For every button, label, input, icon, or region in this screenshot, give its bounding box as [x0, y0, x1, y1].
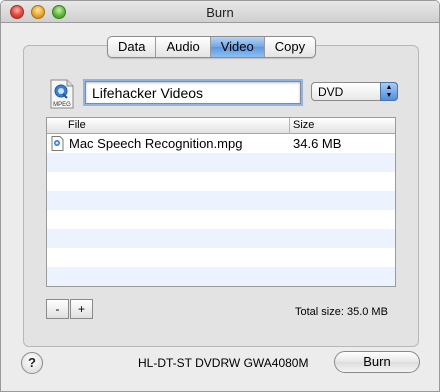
file-name-cell: Mac Speech Recognition.mpg: [69, 136, 243, 151]
tab-video[interactable]: Video: [210, 37, 265, 57]
empty-row: [47, 229, 395, 248]
burn-button[interactable]: Burn: [334, 351, 420, 373]
table-rows: Mac Speech Recognition.mpg 34.6 MB: [47, 134, 395, 286]
empty-row: [47, 172, 395, 191]
format-popup[interactable]: DVD ▲ ▼: [311, 82, 398, 101]
table-row[interactable]: Mac Speech Recognition.mpg 34.6 MB: [47, 134, 395, 153]
quicktime-file-icon: [51, 136, 64, 151]
tab-copy[interactable]: Copy: [265, 37, 315, 57]
format-selected-value: DVD: [318, 85, 344, 99]
svg-text:MPEG: MPEG: [53, 102, 71, 108]
file-size-cell: 34.6 MB: [293, 136, 342, 151]
remove-file-button[interactable]: -: [46, 299, 69, 319]
empty-row: [47, 267, 395, 286]
file-table[interactable]: File Size Mac Speech Recognition.mpg 34.…: [46, 117, 396, 287]
empty-row: [47, 191, 395, 210]
table-header: File Size: [47, 118, 395, 134]
tab-data[interactable]: Data: [108, 37, 157, 57]
total-size-label: Total size: 35.0 MB: [295, 306, 388, 318]
burn-type-tabs: Data Audio Video Copy: [107, 36, 317, 58]
window-title: Burn: [206, 5, 234, 20]
disc-name-input[interactable]: Lifehacker Videos: [85, 81, 301, 104]
drive-name-label: HL-DT-ST DVDRW GWA4080M: [138, 356, 309, 370]
tab-audio[interactable]: Audio: [156, 37, 211, 57]
add-file-button[interactable]: +: [70, 299, 93, 319]
column-header-file[interactable]: File: [65, 119, 86, 131]
title-bar: Burn: [1, 1, 439, 23]
help-button[interactable]: ?: [21, 352, 43, 374]
column-header-size[interactable]: Size: [290, 119, 314, 131]
burn-window: Burn Data Audio Video Copy MPEG Lifehack…: [0, 0, 440, 392]
empty-row: [47, 210, 395, 229]
empty-row: [47, 248, 395, 267]
popup-arrows-icon: ▲ ▼: [380, 82, 398, 101]
mpeg-document-icon: MPEG: [50, 79, 74, 109]
empty-row: [47, 153, 395, 172]
